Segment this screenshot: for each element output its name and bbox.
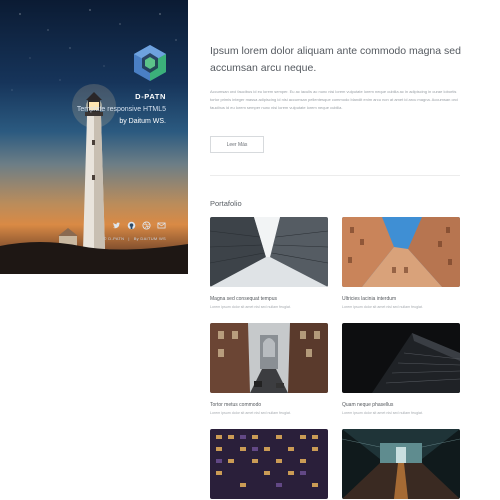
card-text: Lorem ipsum dolor sit amet nisl sed null… (342, 411, 423, 415)
portfolio-card[interactable]: Ultricies lacinia interdum Lorem ipsum d… (342, 217, 460, 309)
twitter-icon[interactable] (112, 217, 121, 229)
card-title[interactable]: Quam neque phasellus (342, 402, 460, 408)
portfolio-card[interactable]: Tortor metus commodo Lorem ipsum dolor s… (210, 323, 328, 415)
portfolio-image[interactable] (342, 323, 460, 393)
hero-banner: D-PATN Template responsive HTML5 by Dait… (0, 0, 188, 274)
page-headline: Ipsum lorem dolor aliquam ante commodo m… (210, 45, 461, 74)
portfolio-card[interactable]: Quam neque phasellus Lorem ipsum dolor s… (342, 323, 460, 415)
brand-name: D-PATN (135, 92, 166, 101)
footer-separator: | (128, 236, 130, 241)
intro-paragraph: Accumsan orci faucibus id eu lorem sempe… (210, 89, 458, 110)
lighthouse-photo (0, 9, 188, 274)
portfolio-image[interactable] (210, 429, 328, 499)
brand-subtitle-lead: Template responsive HTML5 (76, 106, 166, 113)
portfolio-heading: Portafolio (210, 199, 242, 208)
card-title[interactable]: Tortor metus commodo (210, 402, 328, 408)
portfolio-card[interactable] (342, 429, 460, 499)
card-text: Lorem ipsum dolor sit amet nisl sed null… (210, 305, 291, 309)
mail-icon[interactable] (157, 217, 166, 229)
card-title[interactable]: Ultricies lacinia interdum (342, 296, 460, 302)
portfolio-image[interactable] (210, 217, 328, 287)
footer-credit[interactable]: By DAITUM WS (134, 236, 166, 241)
card-title[interactable]: Magna sed consequat tempus (210, 296, 328, 302)
hero-footer: © D-PATN | By DAITUM WS (104, 236, 166, 241)
brand-subtitle-by: by Daitum WS. (119, 118, 166, 125)
card-text: Lorem ipsum dolor sit amet nisl sed null… (210, 411, 291, 415)
portfolio-image[interactable] (210, 323, 328, 393)
portfolio-card[interactable] (210, 429, 328, 499)
portfolio-card[interactable]: Magna sed consequat tempus Lorem ipsum d… (210, 217, 328, 309)
brand-subtitle: Template responsive HTML5 by Daitum WS. (56, 104, 166, 128)
read-more-button[interactable]: Leer Más (210, 136, 264, 153)
portfolio-image[interactable] (342, 429, 460, 499)
github-icon[interactable] (127, 217, 136, 230)
social-links (112, 217, 166, 230)
card-text: Lorem ipsum dolor sit amet nisl sed null… (342, 305, 423, 309)
portfolio-image[interactable] (342, 217, 460, 287)
brand-logo-icon (134, 45, 166, 81)
dribbble-icon[interactable] (142, 217, 151, 230)
footer-copyright: © D-PATN (103, 236, 125, 241)
section-divider (210, 175, 460, 176)
